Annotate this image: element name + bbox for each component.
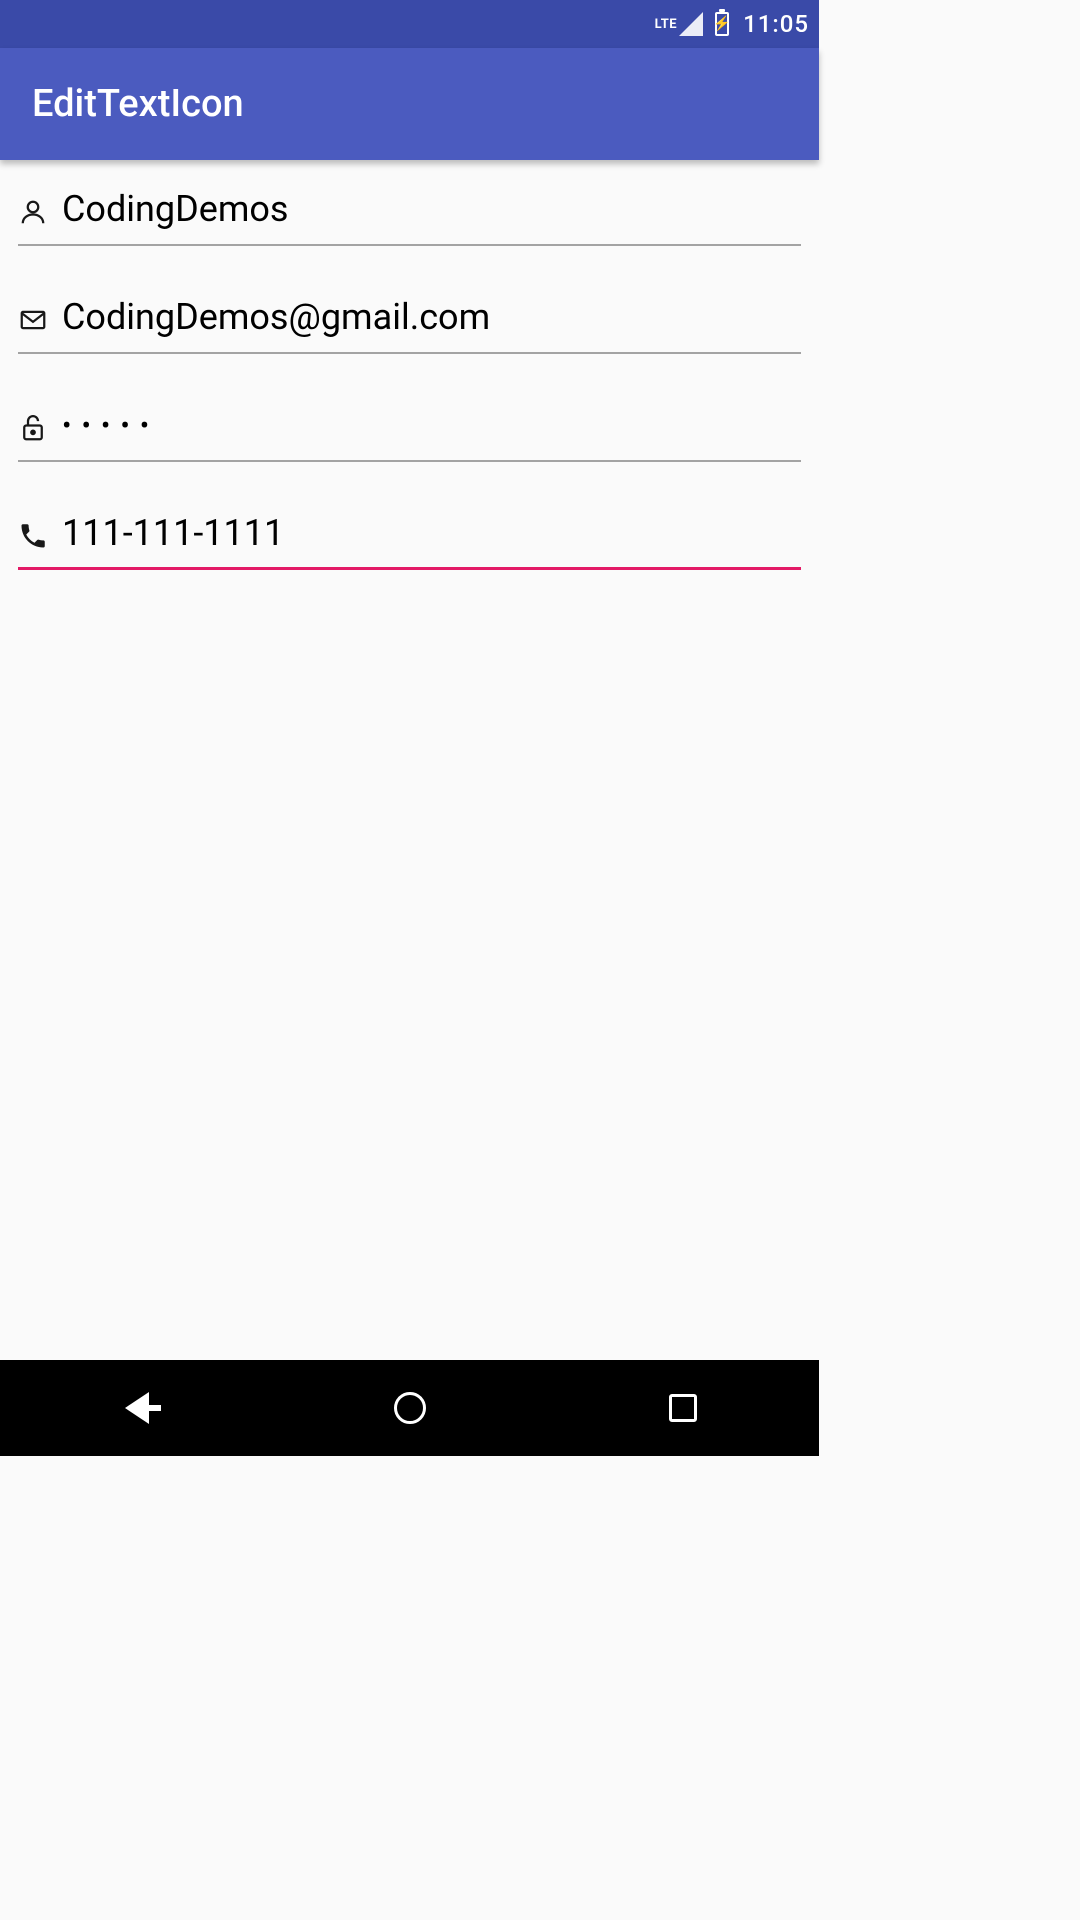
phone-input[interactable]	[62, 508, 801, 564]
battery-charging-icon: ⚡	[715, 12, 729, 36]
lock-icon	[18, 411, 62, 445]
phone-icon	[18, 521, 62, 551]
person-icon	[18, 197, 62, 227]
back-button[interactable]	[107, 1378, 167, 1438]
home-button[interactable]	[380, 1378, 440, 1438]
recent-apps-button[interactable]	[653, 1378, 713, 1438]
app-title: EditTextIcon	[32, 82, 244, 126]
navigation-bar	[0, 1360, 819, 1456]
clock-label: 11:05	[743, 10, 809, 38]
network-type-label: LTE	[655, 17, 677, 32]
name-field-row	[18, 180, 801, 246]
signal-icon	[679, 12, 703, 36]
phone-field-row	[18, 504, 801, 570]
email-field-row	[18, 288, 801, 354]
email-icon	[18, 305, 62, 335]
password-field-row	[18, 396, 801, 462]
screen-root: LTE ⚡ 11:05 EditTextIcon	[0, 0, 819, 1456]
form-content	[0, 160, 819, 1360]
email-input[interactable]	[62, 292, 801, 348]
name-input[interactable]	[62, 184, 801, 240]
app-bar: EditTextIcon	[0, 48, 819, 160]
password-input[interactable]	[62, 405, 801, 452]
status-bar: LTE ⚡ 11:05	[0, 0, 819, 48]
